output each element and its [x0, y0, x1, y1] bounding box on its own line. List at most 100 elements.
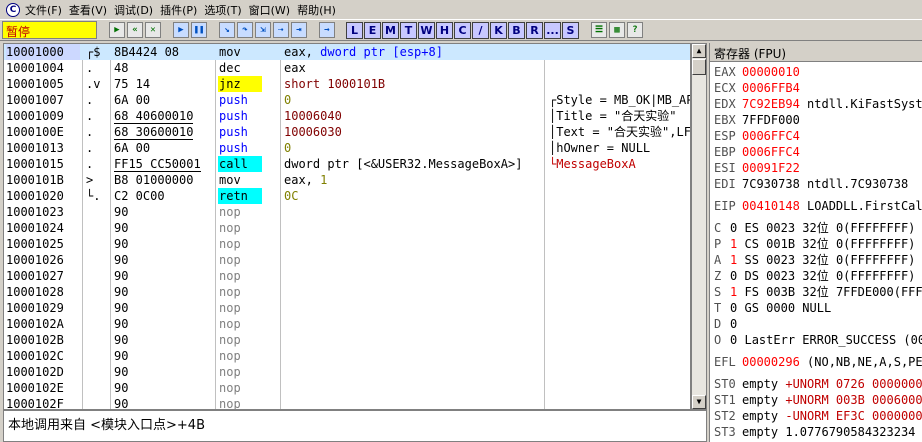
- disassembly-pane[interactable]: 10001000 ┌$ 8B4424 08 mov eax, dword ptr [es…: [3, 43, 691, 410]
- go-to-icon[interactable]: →: [319, 22, 335, 38]
- register-edx[interactable]: EDX 7C92EB94 ntdll.KiFastSystemCallRet: [714, 96, 922, 112]
- register-value[interactable]: 00000296: [742, 355, 800, 369]
- disasm-row[interactable]: 1000100E. 68 30600010 push 10006030 │Text = …: [4, 124, 690, 140]
- register-value[interactable]: 0006FFC4: [742, 129, 800, 143]
- step-over-icon[interactable]: ↷: [237, 22, 253, 38]
- menu-item-0[interactable]: 文件(F): [25, 2, 62, 18]
- disasm-row[interactable]: 1000102F 90 nop: [4, 396, 690, 409]
- window-button-12[interactable]: S: [562, 21, 579, 39]
- scroll-thumb[interactable]: [692, 59, 706, 75]
- window-button-5[interactable]: H: [436, 21, 453, 39]
- register-value[interactable]: 7FFDF000: [742, 113, 800, 127]
- disasm-row[interactable]: 10001009. 68 40600010 push 10006040 │Title =…: [4, 108, 690, 124]
- register-edi[interactable]: EDI 7C930738 ntdll.7C930738: [714, 176, 922, 192]
- window-button-3[interactable]: T: [400, 21, 417, 39]
- execute-till-return-icon[interactable]: ⇥: [291, 22, 307, 38]
- disasm-row[interactable]: 10001007. 6A 00 push 0 ┌Style = MB_OK|MB_APP…: [4, 92, 690, 108]
- register-value[interactable]: empty: [742, 393, 778, 407]
- disasm-row[interactable]: 1000102A 90 nop: [4, 316, 690, 332]
- disasm-row[interactable]: 10001020 └. C2 0C00 retn 0C: [4, 188, 690, 204]
- register-value[interactable]: 00000010: [742, 65, 800, 79]
- register-st0[interactable]: ST0 empty +UNORM 0726 00000000 00000000: [714, 376, 922, 392]
- disasm-row[interactable]: 1000101B > B8 01000000 mov eax, 1: [4, 172, 690, 188]
- open-icon[interactable]: ▶: [109, 22, 125, 38]
- register-value[interactable]: empty: [742, 409, 778, 423]
- register-a[interactable]: A1 SS 0023 32位 0(FFFFFFFF): [714, 252, 922, 268]
- register-eax[interactable]: EAX 00000010: [714, 64, 922, 80]
- restart-icon[interactable]: «: [127, 22, 143, 38]
- disasm-row[interactable]: 10001027 90 nop: [4, 268, 690, 284]
- register-c[interactable]: C0 ES 0023 32位 0(FFFFFFFF): [714, 220, 922, 236]
- window-button-0[interactable]: L: [346, 21, 363, 39]
- window-button-1[interactable]: E: [364, 21, 381, 39]
- trace-over-icon[interactable]: ⇢: [273, 22, 289, 38]
- registers-pane[interactable]: 寄存器 (FPU) EAX 00000010 ECX 0006FFB4 EDX 7C9…: [709, 43, 922, 442]
- menu-item-2[interactable]: 调试(D): [114, 2, 153, 18]
- window-button-10[interactable]: R: [526, 21, 543, 39]
- window-button-11[interactable]: ...: [544, 21, 561, 39]
- register-s[interactable]: S1 FS 003B 32位 7FFDE000(FFF): [714, 284, 922, 300]
- register-value[interactable]: 00091F22: [742, 161, 800, 175]
- register-d[interactable]: D0: [714, 316, 922, 332]
- register-t[interactable]: T0 GS 0000 NULL: [714, 300, 922, 316]
- register-efl[interactable]: EFL 00000296 (NO,NB,NE,A,S,PE,L,LE): [714, 354, 922, 370]
- register-st1[interactable]: ST1 empty +UNORM 003B 00060000 00000000: [714, 392, 922, 408]
- menu-item-4[interactable]: 选项(T): [204, 2, 241, 18]
- register-value[interactable]: 0006FFB4: [742, 81, 800, 95]
- disasm-row[interactable]: 10001028 90 nop: [4, 284, 690, 300]
- register-p[interactable]: P1 CS 001B 32位 0(FFFFFFFF): [714, 236, 922, 252]
- disasm-row[interactable]: 10001025 90 nop: [4, 236, 690, 252]
- register-value[interactable]: 00410148: [742, 199, 800, 213]
- scroll-down-arrow-icon[interactable]: ▼: [692, 395, 706, 409]
- window-button-6[interactable]: C: [454, 21, 471, 39]
- pause-icon[interactable]: ❚❚: [191, 22, 207, 38]
- close-icon[interactable]: ✕: [145, 22, 161, 38]
- register-value[interactable]: empty: [742, 377, 778, 391]
- window-button-4[interactable]: W: [418, 21, 435, 39]
- disasm-row[interactable]: 1000102D 90 nop: [4, 364, 690, 380]
- disasm-row[interactable]: 10001023 90 nop: [4, 204, 690, 220]
- menu-item-3[interactable]: 插件(P): [160, 2, 197, 18]
- list-icon[interactable]: ☰: [591, 22, 607, 38]
- register-ebx[interactable]: EBX 7FFDF000: [714, 112, 922, 128]
- register-o[interactable]: O0 LastErr ERROR_SUCCESS (00000000): [714, 332, 922, 348]
- register-ecx[interactable]: ECX 0006FFB4: [714, 80, 922, 96]
- disasm-row[interactable]: 10001024 90 nop: [4, 220, 690, 236]
- register-value[interactable]: empty: [742, 425, 778, 439]
- menu-item-6[interactable]: 帮助(H): [297, 2, 336, 18]
- disasm-row[interactable]: 10001000 ┌$ 8B4424 08 mov eax, dword ptr [es…: [4, 44, 690, 60]
- register-esp[interactable]: ESP 0006FFC4: [714, 128, 922, 144]
- window-button-9[interactable]: B: [508, 21, 525, 39]
- disasm-row[interactable]: 10001026 90 nop: [4, 252, 690, 268]
- register-st2[interactable]: ST2 empty -UNORM EF3C 00000000 00000000: [714, 408, 922, 424]
- disasm-row[interactable]: 1000102E 90 nop: [4, 380, 690, 396]
- disasm-row[interactable]: 1000102B 90 nop: [4, 332, 690, 348]
- disasm-row[interactable]: 10001015. FF15 CC50001 call dword ptr [<&US…: [4, 156, 690, 172]
- disassembly-scrollbar[interactable]: ▲ ▼: [691, 43, 707, 410]
- register-z[interactable]: Z0 DS 0023 32位 0(FFFFFFFF): [714, 268, 922, 284]
- menu-item-1[interactable]: 查看(V): [69, 2, 107, 18]
- register-value[interactable]: 0006FFC4: [742, 145, 800, 159]
- disasm-row[interactable]: 10001029 90 nop: [4, 300, 690, 316]
- disasm-row[interactable]: 10001013. 6A 00 push 0 │hOwner = NULL: [4, 140, 690, 156]
- run-icon[interactable]: ▶: [173, 22, 189, 38]
- register-st3[interactable]: ST3 empty 1.0776790584323234: [714, 424, 922, 440]
- registers-title[interactable]: 寄存器 (FPU): [710, 43, 922, 62]
- disasm-row[interactable]: 10001004. 48 dec eax: [4, 60, 690, 76]
- register-value[interactable]: 7C92EB94: [742, 97, 800, 111]
- trace-into-icon[interactable]: ⇲: [255, 22, 271, 38]
- scroll-up-arrow-icon[interactable]: ▲: [692, 44, 706, 58]
- window-button-7[interactable]: /: [472, 21, 489, 39]
- disasm-row[interactable]: 10001005 .v 75 14 jnz short 1000101B: [4, 76, 690, 92]
- register-value[interactable]: 7C930738: [742, 177, 800, 191]
- window-button-8[interactable]: K: [490, 21, 507, 39]
- disasm-row[interactable]: 1000102C 90 nop: [4, 348, 690, 364]
- window-button-2[interactable]: M: [382, 21, 399, 39]
- grid-icon[interactable]: ▦: [609, 22, 625, 38]
- help-icon[interactable]: ?: [627, 22, 643, 38]
- register-eip[interactable]: EIP 00410148 LOADDLL.FirstCall: [714, 198, 922, 214]
- register-ebp[interactable]: EBP 0006FFC4: [714, 144, 922, 160]
- menu-item-5[interactable]: 窗口(W): [249, 2, 290, 18]
- register-esi[interactable]: ESI 00091F22: [714, 160, 922, 176]
- step-into-icon[interactable]: ↘: [219, 22, 235, 38]
